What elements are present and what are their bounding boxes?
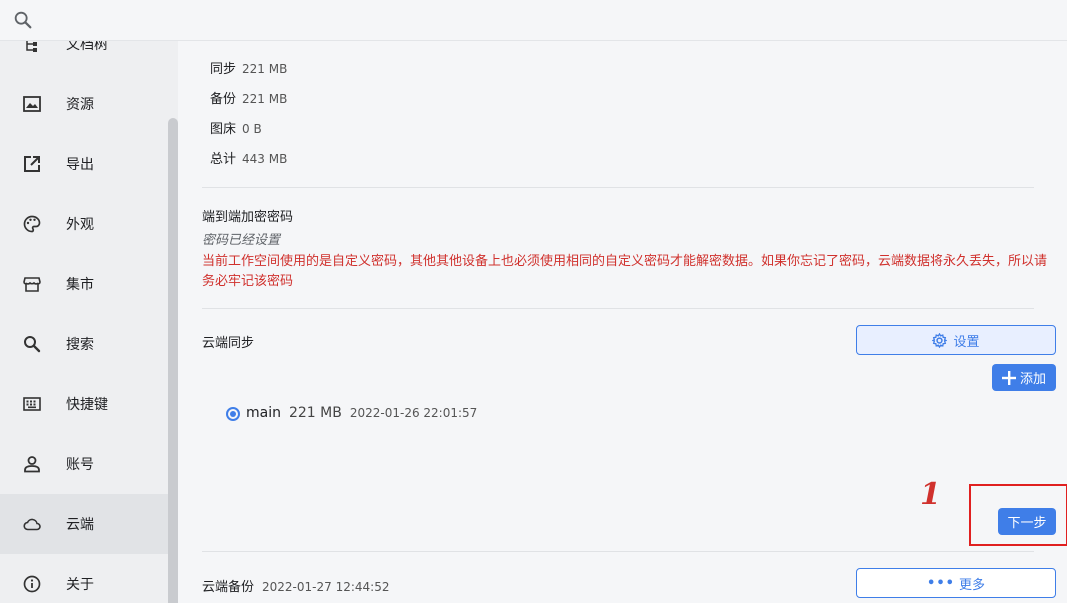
sidebar-item-bazaar[interactable]: 集市 <box>0 254 168 314</box>
image-icon <box>22 94 42 114</box>
repo-name: main <box>246 405 281 421</box>
keyboard-icon <box>22 394 42 414</box>
export-icon <box>22 154 42 174</box>
repo-size: 221 MB <box>288 405 342 421</box>
cloud-backup-title: 云端备份 <box>202 580 255 595</box>
sidebar-item-account[interactable]: 账号 <box>0 434 168 494</box>
top-bar <box>0 0 1067 41</box>
storage-value: 221 MB <box>242 92 288 106</box>
next-step-button[interactable]: 下一步 <box>998 508 1056 535</box>
storage-row-image-hosting: 图床 0 B <box>210 118 262 137</box>
repo-date: 2022-01-26 22:01:57 <box>349 406 478 420</box>
sidebar-item-shortcuts[interactable]: 快捷键 <box>0 374 168 434</box>
encryption-title: 端到端加密密码 <box>202 210 294 225</box>
cloud-sync-title: 云端同步 <box>202 336 255 351</box>
info-icon <box>22 574 42 594</box>
sidebar-item-label: 外观 <box>66 217 94 233</box>
sidebar-item-label: 快捷键 <box>66 397 108 413</box>
next-step-label: 下一步 <box>1007 516 1047 531</box>
plus-icon <box>1001 370 1016 385</box>
store-icon <box>22 274 42 294</box>
sync-settings-button[interactable]: 设置 <box>856 325 1056 355</box>
sidebar-item-about[interactable]: 关于 <box>0 554 168 603</box>
encryption-warning: 当前工作空间使用的是自定义密码，其他其他设备上也必须使用相同的自定义密码才能解密… <box>202 254 1048 289</box>
sidebar-item-label: 账号 <box>66 457 94 473</box>
main-panel: 同步 221 MB 备份 221 MB 图床 0 B 总计 443 MB 端到端加密密码… <box>178 41 1067 603</box>
sidebar-item-search[interactable]: 搜索 <box>0 314 168 374</box>
divider <box>202 187 1034 188</box>
add-repo-button[interactable]: 添加 <box>992 364 1056 391</box>
palette-icon <box>22 214 42 234</box>
add-repo-label: 添加 <box>1019 372 1046 387</box>
sidebar-item-label: 搜索 <box>66 337 94 353</box>
gear-icon <box>932 332 948 348</box>
sidebar-item-label: 文档树 <box>66 41 108 53</box>
tree-icon <box>22 41 42 54</box>
repo-item-main[interactable]: main 221 MB 2022-01-26 22:01:57 <box>246 405 477 421</box>
sidebar-item-label: 云端 <box>66 517 94 533</box>
sidebar-item-label: 关于 <box>66 577 94 593</box>
storage-value: 221 MB <box>242 62 288 76</box>
cloud-icon <box>22 514 42 534</box>
sidebar-scrollbar[interactable] <box>168 118 178 603</box>
storage-label: 总计 <box>210 152 237 167</box>
search-icon[interactable] <box>12 9 34 31</box>
cloud-backup-row: 云端备份 2022-01-27 12:44:52 <box>202 576 389 595</box>
sidebar-item-label: 导出 <box>66 157 94 173</box>
more-icon: ••• <box>927 575 955 591</box>
backup-more-button[interactable]: ••• 更多 <box>856 568 1056 598</box>
sidebar-item-assets[interactable]: 资源 <box>0 74 168 134</box>
backup-more-label: 更多 <box>958 577 985 593</box>
annotation-number: 1 <box>920 477 941 512</box>
sidebar: 文档树 资源 导出 外观 集市 搜索 快捷键 账号 云端 关于 <box>0 41 178 603</box>
sidebar-item-cloud[interactable]: 云端 <box>0 494 168 554</box>
sidebar-item-label: 集市 <box>66 277 94 293</box>
storage-value: 443 MB <box>242 152 288 166</box>
sidebar-item-export[interactable]: 导出 <box>0 134 168 194</box>
cloud-backup-date: 2022-01-27 12:44:52 <box>262 580 390 594</box>
storage-row-sync: 同步 221 MB <box>210 58 287 77</box>
password-status: 密码已经设置 <box>202 233 281 248</box>
sidebar-item-label: 资源 <box>66 97 94 113</box>
storage-label: 同步 <box>210 62 237 77</box>
divider <box>202 308 1034 309</box>
sync-settings-label: 设置 <box>953 334 980 350</box>
sidebar-item-appearance[interactable]: 外观 <box>0 194 168 254</box>
divider <box>202 551 1034 552</box>
search-icon <box>22 334 42 354</box>
repo-radio[interactable] <box>226 407 240 421</box>
storage-row-backup: 备份 221 MB <box>210 88 287 107</box>
sidebar-item-doctree[interactable]: 文档树 <box>0 41 168 74</box>
storage-label: 备份 <box>210 92 237 107</box>
account-icon <box>22 454 42 474</box>
storage-label: 图床 <box>210 122 237 137</box>
storage-row-total: 总计 443 MB <box>210 148 287 167</box>
storage-value: 0 B <box>242 122 262 136</box>
